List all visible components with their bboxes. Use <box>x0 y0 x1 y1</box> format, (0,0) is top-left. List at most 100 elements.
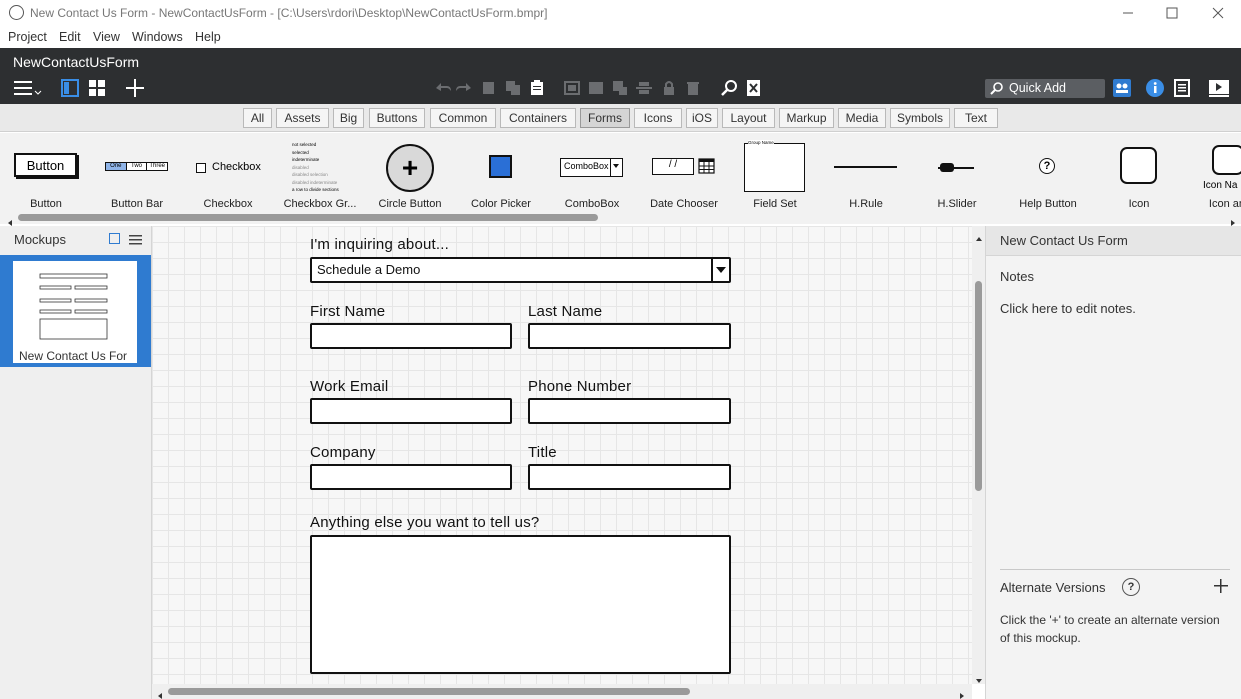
menu-edit[interactable]: Edit <box>59 30 81 44</box>
palette-item-circle-button[interactable]: + Circle Button <box>366 133 456 215</box>
palette-item-h-rule[interactable]: H.Rule <box>820 133 912 215</box>
notes-panel-icon[interactable] <box>1172 78 1192 98</box>
checkbox-group-preview: not selected selected indeterminate disa… <box>292 141 352 194</box>
category-tab-ios[interactable]: iOS <box>686 108 718 128</box>
quick-add-search-icon <box>990 81 1004 101</box>
hamburger-menu-icon[interactable] <box>12 78 42 98</box>
category-tab-buttons[interactable]: Buttons <box>369 108 425 128</box>
menu-help[interactable]: Help <box>195 30 221 44</box>
palette-scrollbar-thumb[interactable] <box>18 214 598 221</box>
canvas-horizontal-scrollbar[interactable] <box>152 684 972 699</box>
trash-icon[interactable] <box>684 79 702 97</box>
component-category-bar: All Assets Big Buttons Common Containers… <box>0 104 1241 132</box>
company-field[interactable] <box>310 464 512 490</box>
mockup-list-item-selected[interactable]: New Contact Us For <box>0 255 151 367</box>
palette-item-checkbox-group[interactable]: not selected selected indeterminate disa… <box>274 133 366 215</box>
category-tab-containers[interactable]: Containers <box>500 108 576 128</box>
menu-windows[interactable]: Windows <box>132 30 183 44</box>
palette-label: Icon <box>1128 198 1150 210</box>
menu-project[interactable]: Project <box>8 30 47 44</box>
alternate-versions-help-text: Click the '+' to create an alternate ver… <box>1000 613 1220 645</box>
maximize-icon[interactable] <box>1149 0 1195 26</box>
phone-number-field[interactable] <box>528 398 731 424</box>
checkbox-preview-box <box>196 163 206 173</box>
palette-label: Color Picker <box>471 198 531 210</box>
minimize-icon[interactable] <box>1105 0 1151 26</box>
list-view-icon[interactable] <box>129 233 142 251</box>
scroll-down-arrow-icon[interactable] <box>975 672 983 690</box>
button-bar-tab: Two <box>126 163 148 170</box>
category-tab-media[interactable]: Media <box>838 108 886 128</box>
palette-item-h-slider[interactable]: H.Slider <box>912 133 1002 215</box>
button-preview: Button <box>14 153 77 177</box>
palette-item-date-chooser[interactable]: / / Date Chooser <box>638 133 730 215</box>
quick-add-input[interactable]: Quick Add <box>985 79 1105 98</box>
scroll-right-arrow-icon[interactable] <box>958 687 966 699</box>
category-tab-layout[interactable]: Layout <box>722 108 775 128</box>
message-textarea[interactable] <box>310 535 731 674</box>
title-field[interactable] <box>528 464 731 490</box>
duplicate-icon[interactable] <box>480 79 498 97</box>
first-name-field[interactable] <box>310 323 512 349</box>
presentation-play-icon[interactable] <box>1208 78 1230 98</box>
palette-item-field-set[interactable]: Group Name Field Set <box>730 133 820 215</box>
notes-editable-area[interactable]: Click here to edit notes. <box>1000 301 1136 316</box>
scroll-up-arrow-icon[interactable] <box>975 230 983 248</box>
palette-item-combobox[interactable]: ComboBox ComboBox <box>546 133 638 215</box>
ungroup-icon[interactable] <box>587 79 605 97</box>
category-tab-assets[interactable]: Assets <box>276 108 329 128</box>
mockup-canvas[interactable]: I'm inquiring about... Schedule a Demo F… <box>152 226 972 684</box>
add-mockup-icon[interactable] <box>124 78 146 98</box>
single-view-icon[interactable] <box>60 78 80 98</box>
palette-item-icon-and-label[interactable]: Icon Na Icon and <box>1184 133 1241 215</box>
undo-icon[interactable] <box>432 79 452 97</box>
inquiry-combobox[interactable]: Schedule a Demo <box>310 257 731 283</box>
thumbnail-view-icon[interactable] <box>109 233 120 244</box>
help-question-icon[interactable]: ? <box>1122 578 1140 596</box>
chevron-down-icon[interactable] <box>711 259 729 281</box>
palette-item-icon[interactable]: Icon <box>1094 133 1184 215</box>
inquiry-combobox-value: Schedule a Demo <box>317 262 421 277</box>
arrange-icon[interactable] <box>611 79 629 97</box>
alternate-versions-heading: Alternate Versions <box>1000 580 1106 595</box>
inquiry-label: I'm inquiring about... <box>310 236 450 253</box>
category-tab-icons[interactable]: Icons <box>634 108 682 128</box>
category-tab-symbols[interactable]: Symbols <box>890 108 950 128</box>
balsamiq-app-window: New Contact Us Form - NewContactUsForm -… <box>0 0 1241 699</box>
add-alternate-version-icon[interactable] <box>1214 579 1228 598</box>
checkbox-group-line: disabled indeterminate <box>292 179 338 185</box>
redo-icon[interactable] <box>455 79 475 97</box>
category-tab-forms[interactable]: Forms <box>580 108 630 128</box>
category-tab-big[interactable]: Big <box>333 108 364 128</box>
palette-item-checkbox[interactable]: Checkbox Checkbox <box>182 133 274 215</box>
copy-icon[interactable] <box>504 79 522 97</box>
palette-label: Button <box>30 198 62 210</box>
fullscreen-toggle-icon[interactable] <box>744 78 764 98</box>
palette-label: Checkbox <box>203 198 253 210</box>
palette-item-color-picker[interactable]: Color Picker <box>456 133 546 215</box>
field-set-legend: Group Name <box>748 140 774 145</box>
last-name-field[interactable] <box>528 323 731 349</box>
info-icon[interactable] <box>1145 78 1165 98</box>
lock-icon[interactable] <box>660 79 678 97</box>
palette-item-button[interactable]: Button Button <box>0 133 92 215</box>
canvas-vertical-scroll-thumb[interactable] <box>975 281 982 491</box>
scroll-left-arrow-icon[interactable] <box>156 687 164 699</box>
category-tab-text[interactable]: Text <box>954 108 998 128</box>
align-icon[interactable] <box>635 79 653 97</box>
canvas-horizontal-scroll-thumb[interactable] <box>168 688 690 695</box>
close-icon[interactable] <box>1195 0 1241 26</box>
ui-library-icon[interactable] <box>1112 78 1132 98</box>
paste-icon[interactable] <box>528 79 546 97</box>
palette-item-help-button[interactable]: ? Help Button <box>1002 133 1094 215</box>
category-tab-all[interactable]: All <box>243 108 272 128</box>
palette-item-button-bar[interactable]: One Two Three Button Bar <box>92 133 182 215</box>
work-email-field[interactable] <box>310 398 512 424</box>
group-icon[interactable] <box>563 79 581 97</box>
search-zoom-icon[interactable] <box>720 78 740 98</box>
category-tab-markup[interactable]: Markup <box>779 108 834 128</box>
category-tab-common[interactable]: Common <box>430 108 496 128</box>
canvas-vertical-scrollbar[interactable] <box>972 226 985 684</box>
grid-view-icon[interactable] <box>87 78 107 98</box>
menu-view[interactable]: View <box>93 30 120 44</box>
